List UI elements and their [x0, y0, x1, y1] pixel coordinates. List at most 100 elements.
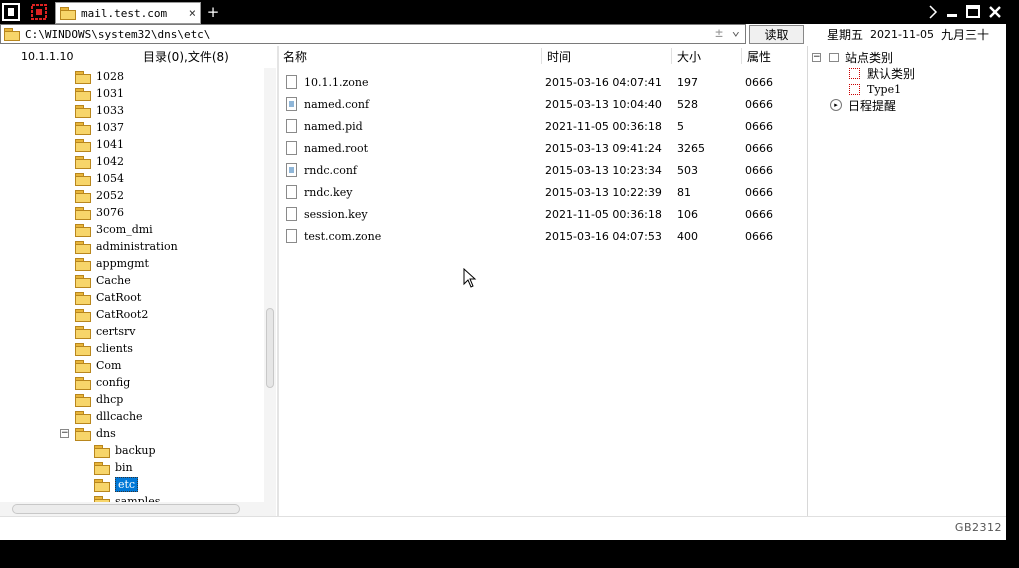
file-icon: [286, 229, 297, 243]
tree-item-label: 1054: [96, 172, 124, 185]
file-size-cell: 5: [677, 115, 684, 137]
tree-item[interactable]: Cache: [75, 272, 131, 289]
folder-icon: [94, 461, 110, 475]
file-size-cell: 197: [677, 71, 698, 93]
tree-item[interactable]: 1037: [75, 119, 124, 136]
window-menu-icon[interactable]: [1, 2, 21, 22]
file-attr: 0666: [745, 141, 773, 155]
maximize-icon[interactable]: [963, 2, 983, 22]
tree-item[interactable]: 1028: [75, 68, 124, 85]
tree-item[interactable]: 1042: [75, 153, 124, 170]
tree-item[interactable]: 3076: [75, 204, 124, 221]
pane-splitter[interactable]: [277, 46, 279, 516]
tab-mail-test-com[interactable]: mail.test.com ×: [55, 2, 201, 24]
file-row[interactable]: rndc.conf 2015-03-13 10:23:34 503 0666: [282, 159, 807, 181]
minimize-icon[interactable]: [942, 2, 962, 22]
tree-item[interactable]: clients: [75, 340, 133, 357]
tree-item[interactable]: appmgmt: [75, 255, 149, 272]
folder-icon: [75, 189, 91, 203]
column-divider[interactable]: [541, 48, 542, 64]
folder-icon: [75, 87, 91, 101]
app-logo-icon[interactable]: [29, 2, 49, 22]
tree-item[interactable]: Com: [75, 357, 121, 374]
tree-item-label: 1033: [96, 104, 124, 117]
tree-item[interactable]: backup: [94, 442, 156, 459]
column-divider[interactable]: [741, 48, 742, 64]
file-icon: [286, 75, 297, 89]
tree-item[interactable]: 1031: [75, 85, 124, 102]
close-window-icon[interactable]: [985, 2, 1005, 22]
tree-item[interactable]: dllcache: [75, 408, 143, 425]
tree-item[interactable]: etc: [94, 476, 139, 493]
tree-item[interactable]: 1033: [75, 102, 124, 119]
column-header-size[interactable]: 大小: [677, 46, 701, 66]
tree-item[interactable]: dhcp: [75, 391, 123, 408]
clock-icon: ▸: [830, 99, 842, 111]
collapse-icon[interactable]: −: [812, 52, 821, 62]
path-input[interactable]: C:\WINDOWS\system32\dns\etc\ ± ⌄: [0, 23, 746, 44]
tree-item[interactable]: 2052: [75, 187, 124, 204]
file-name: named.root: [304, 141, 369, 155]
file-row[interactable]: named.pid 2021-11-05 00:36:18 5 0666: [282, 115, 807, 137]
chevron-right-icon[interactable]: [923, 2, 943, 22]
file-row[interactable]: rndc.key 2015-03-13 10:22:39 81 0666: [282, 181, 807, 203]
tree-item[interactable]: 1054: [75, 170, 124, 187]
file-row[interactable]: test.com.zone 2015-03-16 04:07:53 400 0666: [282, 225, 807, 247]
tree-item[interactable]: 3com_dmi: [75, 221, 153, 238]
tree-item[interactable]: administration: [75, 238, 178, 255]
tree-item[interactable]: 1041: [75, 136, 124, 153]
tree-item[interactable]: certsrv: [75, 323, 135, 340]
read-button[interactable]: 读取: [749, 25, 804, 44]
tree-node-site-category[interactable]: − 站点类别: [812, 49, 893, 65]
main-window: C:\WINDOWS\system32\dns\etc\ ± ⌄ 读取 星期五 …: [0, 23, 1006, 540]
tree-item-label: dllcache: [96, 410, 143, 423]
tree-item-label: Cache: [96, 274, 131, 287]
tree-node-default-category[interactable]: 默认类别: [849, 65, 915, 81]
tree-item-label: 1031: [96, 87, 124, 100]
config-file-icon: [286, 163, 297, 177]
tree-vertical-scrollbar[interactable]: [264, 68, 276, 522]
folder-icon: [75, 240, 91, 254]
tree-item[interactable]: config: [75, 374, 130, 391]
tree-node-type1[interactable]: Type1: [849, 81, 901, 97]
tree-horizontal-scroll-thumb[interactable]: [12, 504, 240, 514]
collapse-icon[interactable]: −: [60, 429, 69, 438]
file-attr-cell: 0666: [745, 115, 773, 137]
tree-vertical-scroll-thumb[interactable]: [266, 308, 274, 388]
tree-node-schedule[interactable]: ▸ 日程提醒: [830, 97, 896, 113]
column-header-time[interactable]: 时间: [547, 46, 571, 66]
tree-item[interactable]: bin: [94, 459, 133, 476]
tree-item[interactable]: CatRoot: [75, 289, 141, 306]
tree-item[interactable]: CatRoot2: [75, 306, 148, 323]
folder-icon: [94, 444, 110, 458]
file-size-cell: 503: [677, 159, 698, 181]
file-row[interactable]: session.key 2021-11-05 00:36:18 106 0666: [282, 203, 807, 225]
file-size: 400: [677, 229, 698, 243]
date-display: 星期五 2021-11-05 九月三十: [812, 24, 1006, 44]
column-divider[interactable]: [671, 48, 672, 64]
file-name: named.conf: [304, 97, 370, 111]
tree-item-label: etc: [115, 477, 139, 492]
file-row[interactable]: named.conf 2015-03-13 10:04:40 528 0666: [282, 93, 807, 115]
tree-item-label: config: [96, 376, 131, 389]
folder-icon: [75, 257, 91, 271]
file-name: test.com.zone: [304, 229, 382, 243]
file-size-cell: 106: [677, 203, 698, 225]
chevron-down-icon[interactable]: ⌄: [732, 23, 740, 39]
tree-item[interactable]: − dns: [60, 425, 116, 442]
category-icon: [829, 52, 839, 62]
close-tab-icon[interactable]: ×: [189, 6, 196, 20]
file-attr: 0666: [745, 97, 773, 111]
new-tab-icon[interactable]: +: [203, 2, 223, 22]
file-time: 2015-03-13 10:22:39: [545, 185, 662, 199]
expand-path-icon[interactable]: ±: [715, 26, 723, 41]
file-name-cell: named.root: [286, 137, 368, 159]
file-name-cell: test.com.zone: [286, 225, 381, 247]
file-row[interactable]: named.root 2015-03-13 09:41:24 3265 0666: [282, 137, 807, 159]
encoding-indicator[interactable]: GB2312: [955, 521, 1002, 534]
column-header-attr[interactable]: 属性: [747, 46, 771, 66]
folder-tree[interactable]: 1028 1031 1033 1037 1041 1042 1054 2052 3076 3com…: [0, 68, 276, 502]
tree-item[interactable]: samples: [94, 493, 160, 502]
file-row[interactable]: 10.1.1.zone 2015-03-16 04:07:41 197 0666: [282, 71, 807, 93]
column-header-name[interactable]: 名称: [283, 46, 307, 66]
